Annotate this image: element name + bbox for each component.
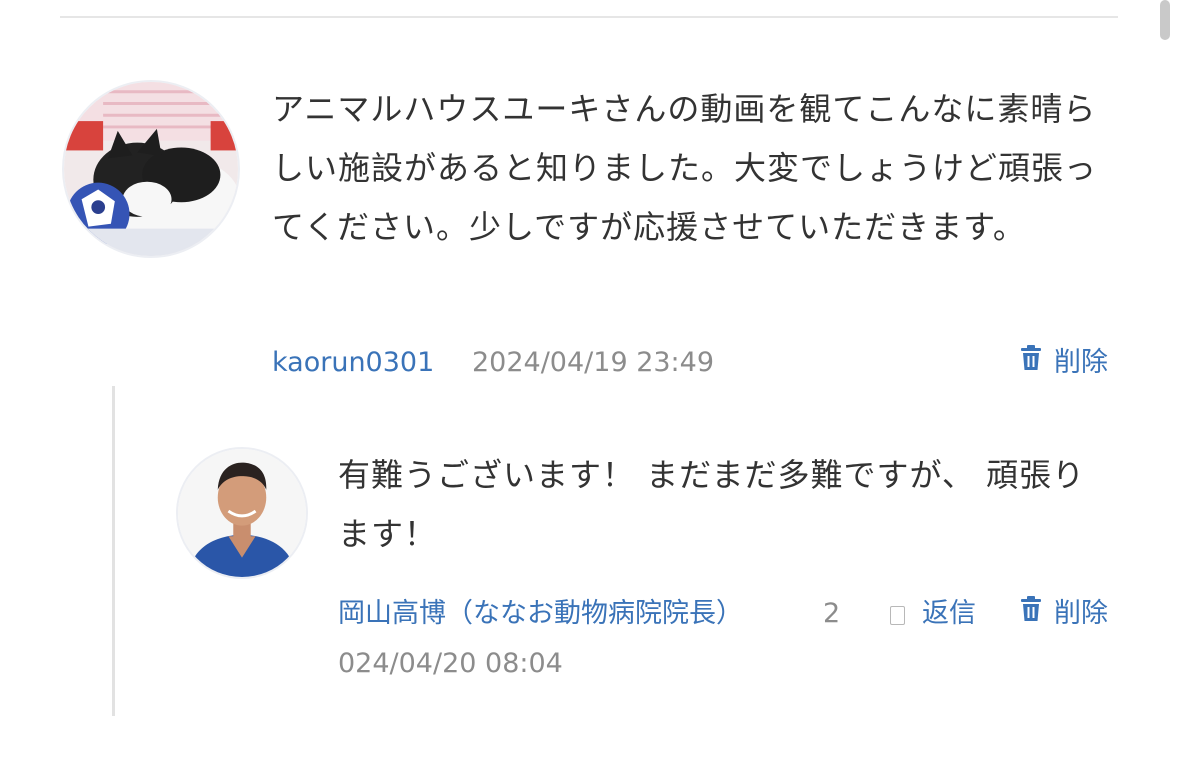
trash-icon (1020, 596, 1042, 632)
comment-timestamp: 2024/04/19 23:49 (472, 347, 715, 378)
commenter-username[interactable]: kaorun0301 (272, 345, 434, 381)
replier-avatar[interactable] (176, 447, 308, 579)
delete-label: 削除 (1054, 347, 1108, 378)
cat-avatar-icon (64, 82, 238, 256)
delete-label: 削除 (1054, 598, 1108, 629)
reply-text: 有難うございます！ まだまだ多難ですが、 頑張ります！ (338, 456, 1086, 553)
scrollbar[interactable] (1160, 0, 1170, 40)
reply-count: 2 (823, 598, 841, 629)
reply-thread-line (112, 386, 115, 716)
reply-timestamp: 024/04/20 08:04 (338, 648, 563, 679)
comment-text: アニマルハウスユーキさんの動画を観てこんなに素晴らしい施設があると知りました。大… (272, 90, 1098, 246)
commenter-avatar[interactable] (62, 80, 240, 258)
delete-reply-button[interactable]: 削除 (1020, 596, 1108, 632)
comment-thread: アニマルハウスユーキさんの動画を観てこんなに素晴らしい施設があると知りました。大… (0, 0, 1179, 782)
top-divider (60, 16, 1118, 18)
doctor-avatar-icon (178, 449, 306, 577)
reply-checkbox-icon (890, 606, 905, 625)
reply-button[interactable]: 返信 (922, 596, 976, 632)
reply-label: 返信 (922, 598, 976, 629)
trash-icon (1020, 345, 1042, 381)
replier-username[interactable]: 岡山高博（ななお動物病院院長） (338, 596, 743, 632)
delete-comment-button[interactable]: 削除 (1020, 345, 1108, 381)
